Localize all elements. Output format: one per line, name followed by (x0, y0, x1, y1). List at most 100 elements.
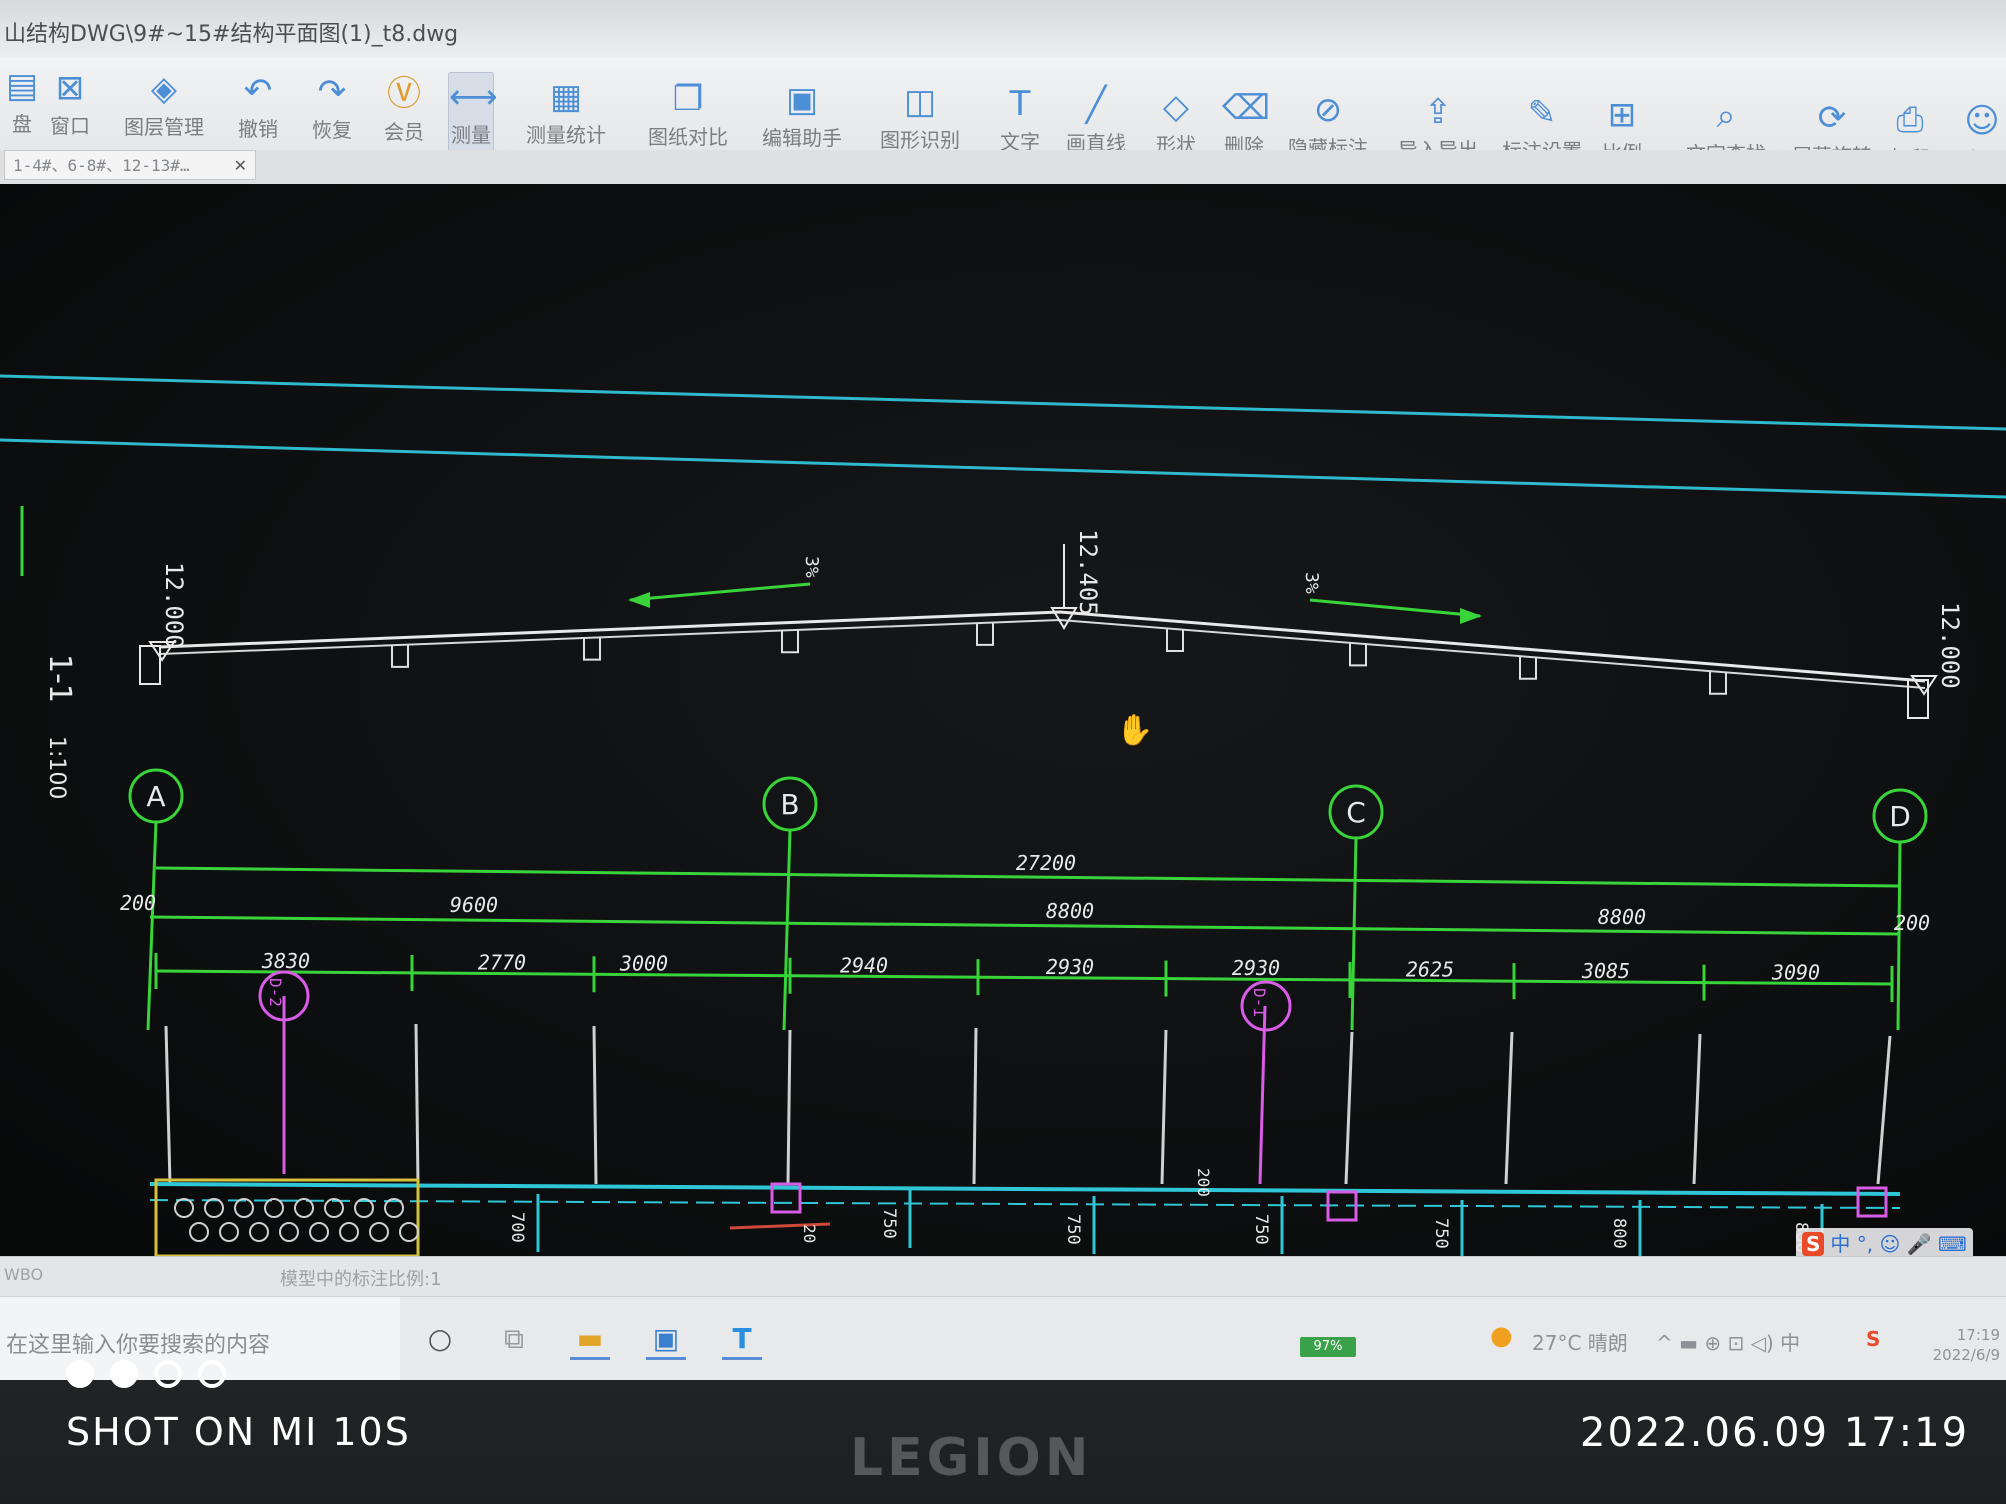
column-line (1876, 1035, 1892, 1185)
print-icon: ⎙ (1896, 99, 1924, 140)
pile-hatch-cell (189, 1222, 209, 1242)
elevation-ridge: 12.405 (1074, 529, 1102, 616)
pile-hatch-cell (279, 1222, 299, 1242)
axis-line (782, 829, 792, 1031)
slope-arrowhead (628, 592, 650, 608)
column-line (414, 1023, 420, 1185)
toolbar-button-5[interactable]: Ⓥ 会员 (382, 70, 426, 152)
guide-line (0, 374, 2006, 431)
pile-hatch (174, 1198, 419, 1242)
window-icon: ⊠ (55, 67, 85, 108)
slope-text-right: 3% (1301, 572, 1322, 594)
column-tag-d2: D-2 (266, 978, 285, 1007)
toolbar-button-8[interactable]: ❐ 图纸对比 (648, 75, 728, 157)
toolbar-button-6[interactable]: ⟷ 测量 (448, 71, 498, 156)
measure-stats-icon: ▦ (549, 77, 583, 118)
close-icon[interactable]: ✕ (234, 151, 247, 181)
measure-icon: ⟷ (449, 76, 498, 117)
compare-icon: ❐ (672, 78, 704, 119)
toolbar-button-3[interactable]: ↶ 撤销 (236, 67, 280, 149)
dim-segment-label: 2770 (478, 951, 526, 975)
misc-mark: 20 (800, 1224, 819, 1243)
camera-watermark: SHOT ON MI 10S (66, 1410, 411, 1454)
toolbar-label: 窗口 (50, 113, 90, 138)
beam-size-label: 700 (507, 1212, 527, 1243)
axis-label: C (1346, 796, 1366, 829)
task-view-icon[interactable]: ⧉ (494, 1321, 534, 1357)
axis-label: B (780, 788, 799, 821)
pile-hatch-cell (219, 1222, 239, 1242)
toolbar-button-9[interactable]: ▣ 编辑助手 (762, 76, 842, 158)
cortana-icon[interactable]: ○ (420, 1321, 460, 1357)
toolbar-label: 图层管理 (124, 115, 204, 140)
scale-icon: ⊞ (1607, 94, 1637, 135)
roof-rib (976, 622, 994, 646)
cad-app-icon[interactable]: ▣ (646, 1321, 686, 1360)
pile-hatch-cell (399, 1222, 419, 1242)
column-line (592, 1025, 598, 1185)
toolbar-button-1[interactable]: ⊠ 窗口 (48, 64, 92, 146)
roof-rib (391, 644, 409, 668)
pile-hatch-cell (234, 1198, 254, 1218)
dim-segment-label: 3830 (261, 949, 310, 973)
undo-icon: ↶ (243, 70, 273, 111)
text-app-icon[interactable]: T (722, 1321, 762, 1360)
drawing-canvas[interactable]: 3% 3% 12.405 12.000 12.000 1-1 1:100 A B C… (0, 184, 2006, 1256)
column-line (1160, 1029, 1168, 1185)
bezel-logo: LEGION (850, 1428, 1093, 1488)
shape-icon: ◇ (1162, 86, 1190, 127)
toolbar-button-4[interactable]: ↷ 恢复 (310, 68, 354, 150)
grid-axes: A B C D (128, 768, 1928, 1031)
toolbar-label: 测量 (451, 122, 491, 147)
account-icon: ☺ (1964, 101, 2000, 142)
sogou-tray-icon[interactable]: S (1866, 1327, 1880, 1351)
slope-arrow-right (1309, 598, 1481, 618)
column-tag-d1: D-1 (1250, 988, 1269, 1017)
toolbar-button-10[interactable]: ◫ 图形识别 (880, 78, 960, 160)
axis-label: A (146, 780, 165, 813)
axis-label: D (1889, 800, 1911, 833)
clock[interactable]: 17:19 2022/6/9 (1900, 1325, 2000, 1365)
toolbar-label: 会员 (384, 120, 424, 144)
column-line (972, 1027, 978, 1185)
column-line (786, 1029, 792, 1185)
screen: 山结构DWG\9#~15#结构平面图(1)_t8.dwg ▤ 盘 ⊠ 窗口 ◈ 图层管理 ↶… (0, 0, 2006, 1380)
beam-size-label: 750 (1431, 1218, 1451, 1249)
weather-icon: ● (1490, 1321, 1513, 1351)
pile-hatch-cell (204, 1198, 224, 1218)
axis-line (146, 821, 158, 1031)
clock-date: 2022/6/9 (1932, 1346, 2000, 1364)
beam-size-label: 750 (1063, 1214, 1083, 1245)
dim-segment-label: 3000 (619, 952, 668, 976)
beam-size-label: 800 (1609, 1218, 1629, 1249)
hide-annotation-icon: ⊘ (1313, 90, 1343, 130)
toolbar-button-2[interactable]: ◈ 图层管理 (124, 65, 204, 147)
guide-line (0, 438, 2006, 499)
pile-hatch-cell (339, 1222, 359, 1242)
pile-hatch-cell (264, 1198, 284, 1218)
search-placeholder: 在这里输入你要搜索的内容 (6, 1333, 271, 1358)
drawing-tab[interactable]: 1-4#、6-8#、12-13#… ✕ (4, 150, 256, 180)
weather-text[interactable]: 27°C 晴朗 (1532, 1327, 1628, 1356)
columns (164, 1023, 1892, 1185)
clock-time: 17:19 (1956, 1326, 2000, 1344)
file-explorer-icon[interactable]: ▬ (570, 1321, 610, 1360)
dimension-lines: 27200 9600 8800 8800 200 200 3830 2770 3000 2940 2… (120, 851, 1930, 1002)
dim-span-label: 8800 (1598, 905, 1646, 929)
dim-edge-label: 200 (120, 891, 156, 915)
text-icon: T (1009, 83, 1031, 124)
photo-timestamp: 2022.06.09 17:19 (1580, 1410, 1970, 1456)
pan-cursor-icon: ✋ (1116, 712, 1153, 748)
pile-cap (154, 1178, 420, 1256)
toolbar-label: 撤销 (238, 116, 278, 141)
dim-segment-label: 3090 (1771, 960, 1820, 984)
edit-assistant-icon: ▣ (785, 80, 819, 121)
toolbar-button-7[interactable]: ▦ 测量统计 (526, 73, 606, 155)
roof-line-top (159, 610, 1926, 683)
toolbar-button-0[interactable]: ▤ 盘 (0, 62, 44, 144)
tray-icons[interactable]: ^ ▬ ⊕ ⊡ ◁) 中 (1656, 1327, 1800, 1356)
taskbar: 在这里输入你要搜索的内容 ○ ⧉ ▬ ▣ T 97% ● 27°C 晴朗 ^ ▬… (0, 1296, 2006, 1380)
elevation-marker (1910, 675, 1938, 696)
column-line (1692, 1033, 1702, 1185)
elevation-right: 12.000 (1936, 602, 1964, 689)
